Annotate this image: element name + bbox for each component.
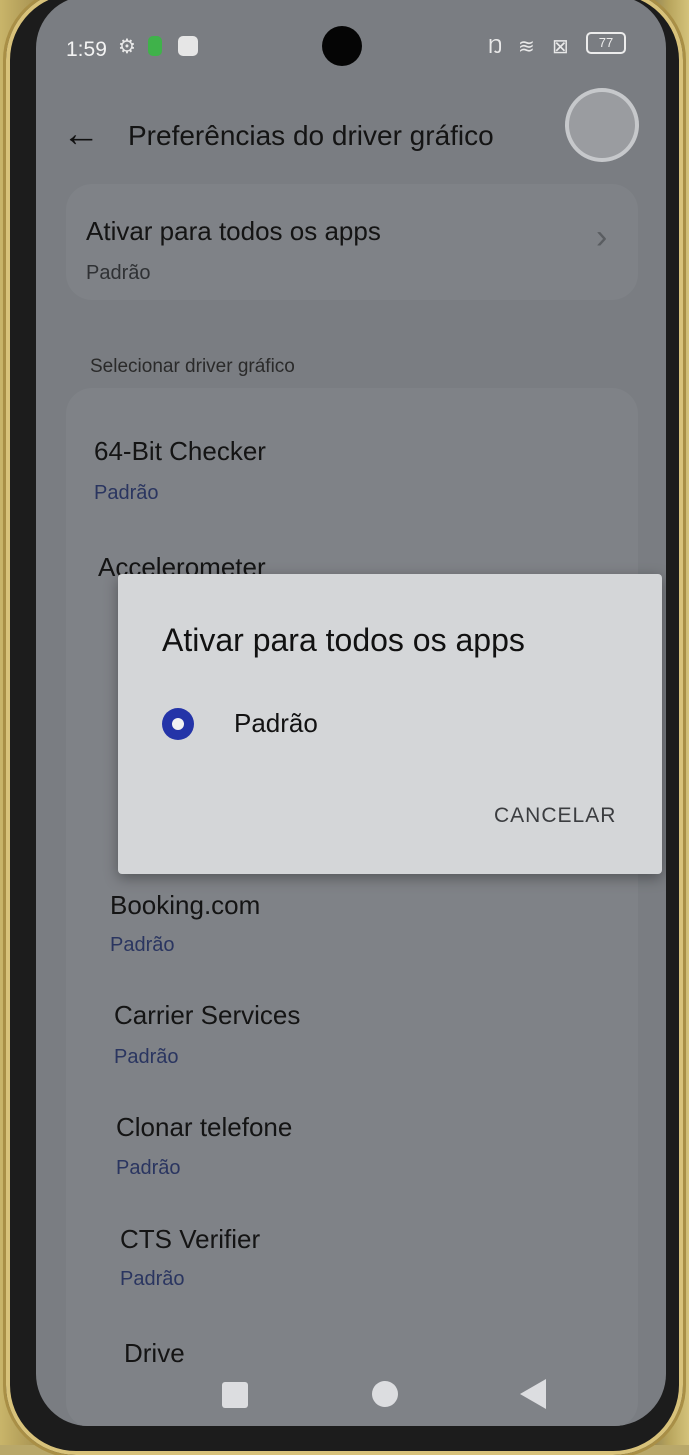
app-name[interactable]: 64-Bit Checker [94,436,266,467]
wifi-icon: ≋ [518,36,535,58]
radio-dot [172,718,184,730]
chevron-right-icon: › [596,218,608,256]
cancel-button[interactable]: CANCELAR [488,800,622,832]
setting-value: Padrão [86,262,151,284]
dialog-title: Ativar para todos os apps [162,622,525,658]
app-driver-value: Padrão [116,1157,181,1179]
radio-option-label[interactable]: Padrão [234,708,318,739]
page-title: Preferências do driver gráfico [128,120,494,151]
recents-icon[interactable] [222,1382,248,1408]
app-name[interactable]: Drive [124,1338,185,1369]
front-camera [322,26,362,66]
app-name[interactable]: Booking.com [110,890,260,921]
app-driver-value: Padrão [94,482,159,504]
floating-assistive-button[interactable] [569,92,635,158]
battery-icon: 77 [586,32,626,54]
app-driver-value: Padrão [110,934,175,956]
status-time: 1:59 [66,38,107,61]
app-name[interactable]: Clonar telefone [116,1112,292,1143]
app-name[interactable]: Carrier Services [114,1000,300,1031]
app-name[interactable]: CTS Verifier [120,1224,260,1255]
app-driver-value: Padrão [120,1268,185,1290]
phone-frame: 1:59 ⚙ Ŋ ≋ ⊠ 77 ← Preferências do driver… [6,0,683,1455]
home-icon[interactable] [372,1381,398,1407]
nfc-icon: Ŋ [488,36,503,58]
back-arrow-icon[interactable]: ← [62,114,100,154]
phone-screen: 1:59 ⚙ Ŋ ≋ ⊠ 77 ← Preferências do driver… [36,0,666,1426]
enable-all-apps-dialog: Ativar para todos os apps Padrão CANCELA… [118,574,662,874]
back-triangle-icon[interactable] [520,1379,546,1409]
app-driver-value: Padrão [114,1046,179,1068]
settings-wheel-icon: ⚙ [118,36,136,58]
sim-icon [148,36,162,61]
no-sim-icon: ⊠ [552,36,569,58]
radio-selected-icon[interactable] [162,708,194,740]
setting-title: Ativar para todos os apps [86,216,381,246]
app-notification-icon [178,36,198,61]
section-label: Selecionar driver gráfico [90,356,295,377]
